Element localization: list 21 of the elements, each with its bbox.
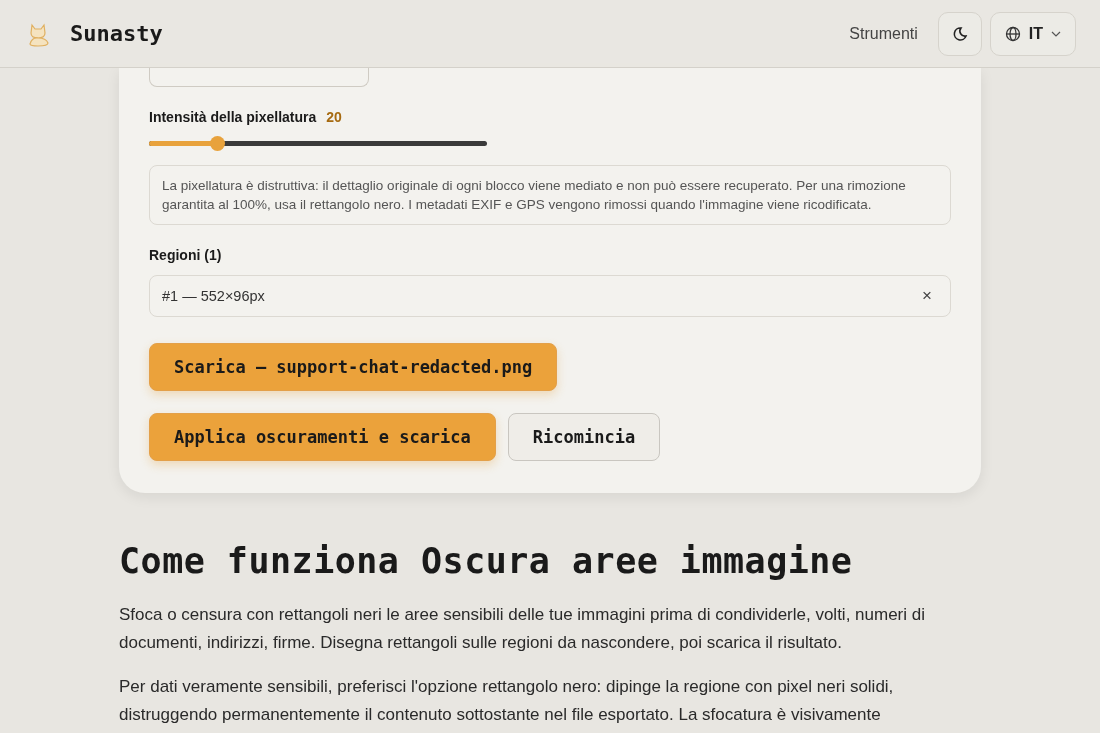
intensity-label: Intensità della pixellatura bbox=[149, 109, 317, 125]
tools-link[interactable]: Strumenti bbox=[849, 24, 918, 43]
brand-name[interactable]: Sunasty bbox=[70, 21, 163, 46]
region-label: #1 — 552×96px bbox=[162, 288, 265, 304]
intensity-slider[interactable] bbox=[149, 136, 487, 151]
apply-button[interactable]: Applica oscuramenti e scarica bbox=[149, 413, 496, 461]
globe-icon bbox=[1004, 25, 1021, 42]
regions-label: Regioni (1) bbox=[149, 247, 223, 263]
remove-region-button[interactable]: × bbox=[918, 286, 936, 306]
dropdown-field[interactable] bbox=[149, 68, 369, 87]
article-paragraph: Sfoca o censura con rettangoli neri le aree sensibili delle tue immagini prima di condividerle, volti, numeri di documenti, indirizzi, firme. Disegna rettangoli sulle regioni da nascondere, poi scarica il risultato. bbox=[119, 604, 926, 654]
article-paragraph: Per dati veramente sensibili, preferisci l'opzione rettangolo nero: dipinge la regione con pixel neri solidi, distruggendo permanentemente il contenuto sottostante nel file esportato. La sfocatura è visivamente bbox=[119, 676, 895, 726]
article-title: Come funziona Oscura aree immagine bbox=[119, 541, 854, 581]
language-button[interactable]: IT bbox=[989, 11, 1076, 56]
chevron-down-icon bbox=[1051, 30, 1061, 37]
restart-button[interactable]: Ricomincia bbox=[507, 413, 661, 461]
info-note: La pixellatura è distruttiva: il dettaglio originale di ogni blocco viene mediato e non può essere recuperato. Per una rimozione garantita al 100%, usa il rettangolo nero. I metadati EXIF e GPS vengono rimossi quando l'immagine viene ricodificata. bbox=[149, 165, 951, 225]
intensity-value: 20 bbox=[326, 109, 342, 125]
download-button[interactable]: Scarica — support-chat-redacted.png bbox=[149, 343, 558, 391]
moon-icon bbox=[951, 25, 968, 42]
theme-toggle-button[interactable] bbox=[937, 11, 982, 56]
